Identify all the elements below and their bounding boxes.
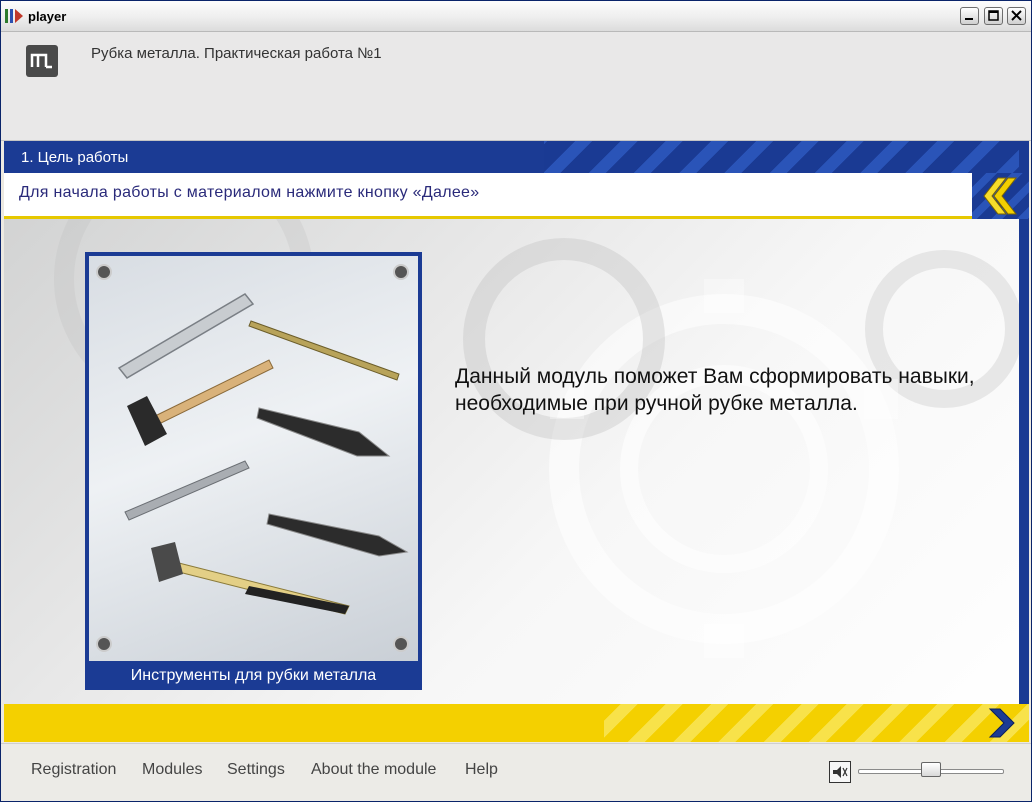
speaker-button[interactable] [829,761,851,783]
menu-settings[interactable]: Settings [227,761,285,779]
title-bar[interactable]: player [1,1,1031,32]
volume-slider-thumb[interactable] [921,762,941,777]
module-description: Данный модуль поможет Вам сформировать н… [455,365,975,415]
close-button[interactable] [1007,7,1026,25]
chevron-left-icon [983,177,1018,215]
window-title: player [28,9,67,24]
instruction-bar: Для начала работы с материалом нажмите к… [4,173,974,219]
navigation-bar-solid [4,704,604,742]
next-button[interactable] [984,704,1029,742]
minimize-button[interactable] [960,7,979,25]
back-button[interactable] [972,173,1029,219]
tools-image-caption: Инструменты для рубки металла [130,667,377,684]
maximize-button[interactable] [984,7,1003,25]
player-window: player Рубка металла. Практическая работ… [0,0,1032,802]
module-header: Рубка металла. Практическая работа №1 [1,32,1031,141]
close-icon [1011,10,1022,21]
maximize-icon [988,10,999,21]
menu-modules[interactable]: Modules [142,761,202,779]
menu-registration[interactable]: Registration [31,761,116,779]
tools-image [89,256,418,661]
minimize-icon [965,18,973,20]
content-area: 1. Цель работы Для начала работы с матер… [4,141,1029,742]
tools-image-card: Инструменты для рубки металла [85,252,422,690]
module-title: Рубка металла. Практическая работа №1 [91,45,382,62]
app-icon [5,9,23,23]
menu-help[interactable]: Help [465,761,498,779]
logo-icon [26,45,58,77]
speaker-icon [833,766,848,778]
bottom-menu: Registration Modules Settings About the … [1,743,1031,801]
menu-about-module[interactable]: About the module [311,761,436,779]
section-title: 1. Цель работы [21,149,129,166]
right-edge-stripe [1019,141,1029,742]
instruction-text: Для начала работы с материалом нажмите к… [19,184,480,201]
chevron-right-icon [988,708,1015,738]
